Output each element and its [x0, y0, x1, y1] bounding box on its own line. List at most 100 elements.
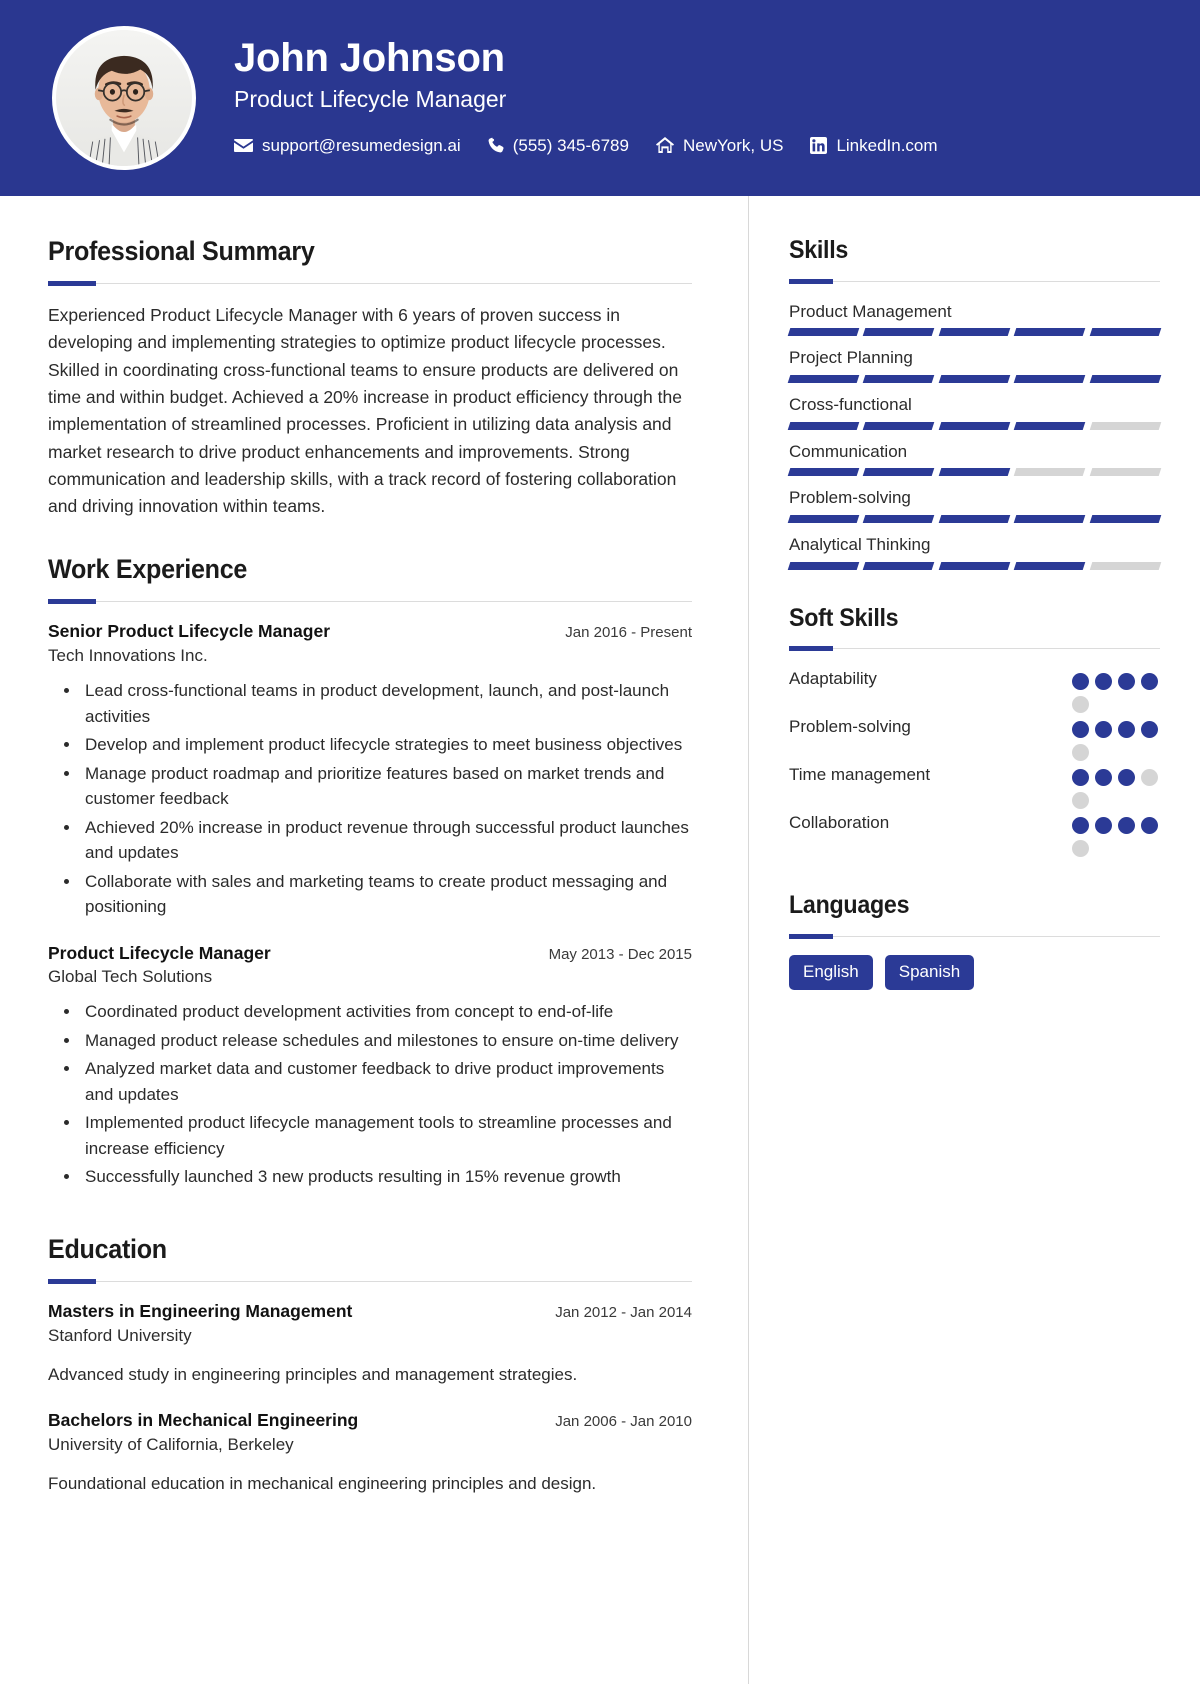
skill-segment	[938, 468, 1011, 477]
section-rule	[789, 934, 1160, 940]
soft-skill-rating	[1072, 811, 1160, 858]
skill-segment	[863, 421, 936, 430]
degree-description: Foundational education in mechanical eng…	[48, 1473, 597, 1493]
skill-segment	[938, 421, 1011, 430]
rating-dot	[1072, 817, 1089, 835]
skill-level-bar	[787, 375, 1162, 384]
soft-skill-row: Problem-solving	[789, 715, 1160, 762]
rating-dot	[1118, 769, 1135, 787]
skill-segment	[938, 561, 1011, 570]
skill-segment	[1089, 514, 1162, 523]
avatar	[52, 26, 196, 170]
list-item: Lead cross-functional teams in product d…	[81, 678, 692, 729]
rating-dot	[1095, 673, 1112, 691]
experience-list: Senior Product Lifecycle Manager Jan 2016…	[48, 620, 692, 1189]
skill-segment	[1013, 328, 1086, 337]
skill-segment	[787, 375, 860, 384]
main-column: Professional Summary Experienced Product…	[0, 196, 748, 1684]
skill-label: Communication	[789, 441, 908, 461]
rating-dot	[1072, 696, 1089, 714]
contact-phone-text: (555) 345-6789	[512, 135, 629, 155]
linkedin-icon	[810, 137, 828, 155]
experience-entry: Senior Product Lifecycle Manager Jan 2016…	[48, 620, 692, 919]
rating-dot	[1072, 721, 1089, 739]
responsibility-list: Lead cross-functional teams in product d…	[48, 678, 692, 920]
skill-segment	[938, 514, 1011, 523]
skill-segment	[1013, 514, 1086, 523]
language-list: English Spanish	[789, 955, 1160, 990]
degree-date-range: Jan 2006 - Jan 2010	[555, 1413, 692, 1431]
section-rule	[789, 646, 1160, 652]
school-name: University of California, Berkeley	[48, 1434, 294, 1454]
home-icon	[655, 137, 674, 154]
language-pill: English	[789, 955, 873, 990]
skill-segment	[1013, 375, 1086, 384]
skill-segment	[787, 561, 860, 570]
rating-dot	[1095, 769, 1112, 787]
section-work-experience: Work Experience Senior Product Lifecycle…	[48, 554, 692, 1189]
skill-segment	[938, 328, 1011, 337]
section-skills: Skills Product Management Project Plannin…	[787, 236, 1162, 570]
soft-skill-rating	[1072, 715, 1160, 762]
skill-segment	[787, 421, 860, 430]
rating-dot	[1141, 769, 1158, 787]
degree-title: Bachelors in Mechanical Engineering	[48, 1410, 359, 1431]
contact-email-text: support@resumedesign.ai	[262, 135, 461, 155]
profile-photo-icon	[56, 30, 192, 166]
soft-skill-label: Collaboration	[789, 813, 890, 833]
education-entry: Bachelors in Mechanical Engineering Jan 2…	[48, 1409, 692, 1496]
contact-linkedin[interactable]: LinkedIn.com	[810, 135, 938, 156]
contact-list: support@resumedesign.ai (555) 345-6789 N…	[234, 136, 938, 156]
phone-icon	[488, 137, 504, 154]
contact-location[interactable]: NewYork, US	[655, 135, 784, 156]
rating-dot	[1118, 721, 1135, 739]
responsibility-list: Coordinated product development activiti…	[48, 999, 692, 1190]
contact-location-text: NewYork, US	[682, 135, 784, 155]
entry-header: Senior Product Lifecycle Manager Jan 2016…	[48, 620, 692, 643]
skill-label: Project Planning	[789, 348, 913, 368]
entry-header: Bachelors in Mechanical Engineering Jan 2…	[48, 1409, 692, 1432]
skill-segment	[1089, 468, 1162, 477]
summary-text: Experienced Product Lifecycle Manager wi…	[48, 305, 682, 517]
skill-segment	[863, 514, 936, 523]
section-heading-languages: Languages	[789, 891, 910, 920]
skill-segment	[863, 468, 936, 477]
experience-entry: Product Lifecycle Manager May 2013 - Dec …	[48, 942, 692, 1190]
section-professional-summary: Professional Summary Experienced Product…	[48, 236, 692, 520]
section-heading-experience: Work Experience	[48, 554, 248, 585]
skill-level-bar	[787, 328, 1162, 337]
education-list: Masters in Engineering Management Jan 201…	[48, 1300, 692, 1496]
job-role: Product Lifecycle Manager	[48, 942, 271, 963]
skill-row: Problem-solving	[787, 486, 1162, 523]
rating-dot	[1141, 817, 1158, 835]
skill-segment	[1089, 561, 1162, 570]
degree-description: Advanced study in engineering principles…	[48, 1364, 578, 1384]
rating-dot	[1118, 817, 1135, 835]
envelope-icon	[234, 138, 253, 153]
resume-body: Professional Summary Experienced Product…	[0, 196, 1200, 1684]
job-title: Product Lifecycle Manager	[234, 86, 507, 113]
soft-skill-label: Problem-solving	[789, 717, 911, 737]
section-education: Education Masters in Engineering Managem…	[48, 1234, 692, 1496]
contact-linkedin-text: LinkedIn.com	[836, 135, 938, 155]
rating-dot	[1141, 721, 1158, 739]
contact-email[interactable]: support@resumedesign.ai	[234, 136, 461, 156]
section-heading-education: Education	[48, 1233, 167, 1264]
contact-phone[interactable]: (555) 345-6789	[488, 136, 629, 156]
rating-dot	[1072, 792, 1089, 810]
skill-level-bar	[787, 421, 1162, 430]
page-title: John Johnson	[234, 36, 505, 81]
school-name: Stanford University	[48, 1325, 192, 1345]
skill-segment	[787, 514, 860, 523]
soft-skill-row: Adaptability	[789, 667, 1160, 714]
skill-segment	[863, 561, 936, 570]
skill-row: Cross-functional	[787, 393, 1162, 430]
rating-dot	[1072, 673, 1089, 691]
education-entry: Masters in Engineering Management Jan 201…	[48, 1300, 692, 1387]
job-role: Senior Product Lifecycle Manager	[48, 621, 331, 642]
skill-label: Cross-functional	[789, 395, 912, 415]
soft-skill-row: Time management	[789, 763, 1160, 810]
skill-segment	[863, 328, 936, 337]
skill-level-bar	[787, 514, 1162, 523]
degree-date-range: Jan 2012 - Jan 2014	[555, 1303, 692, 1321]
